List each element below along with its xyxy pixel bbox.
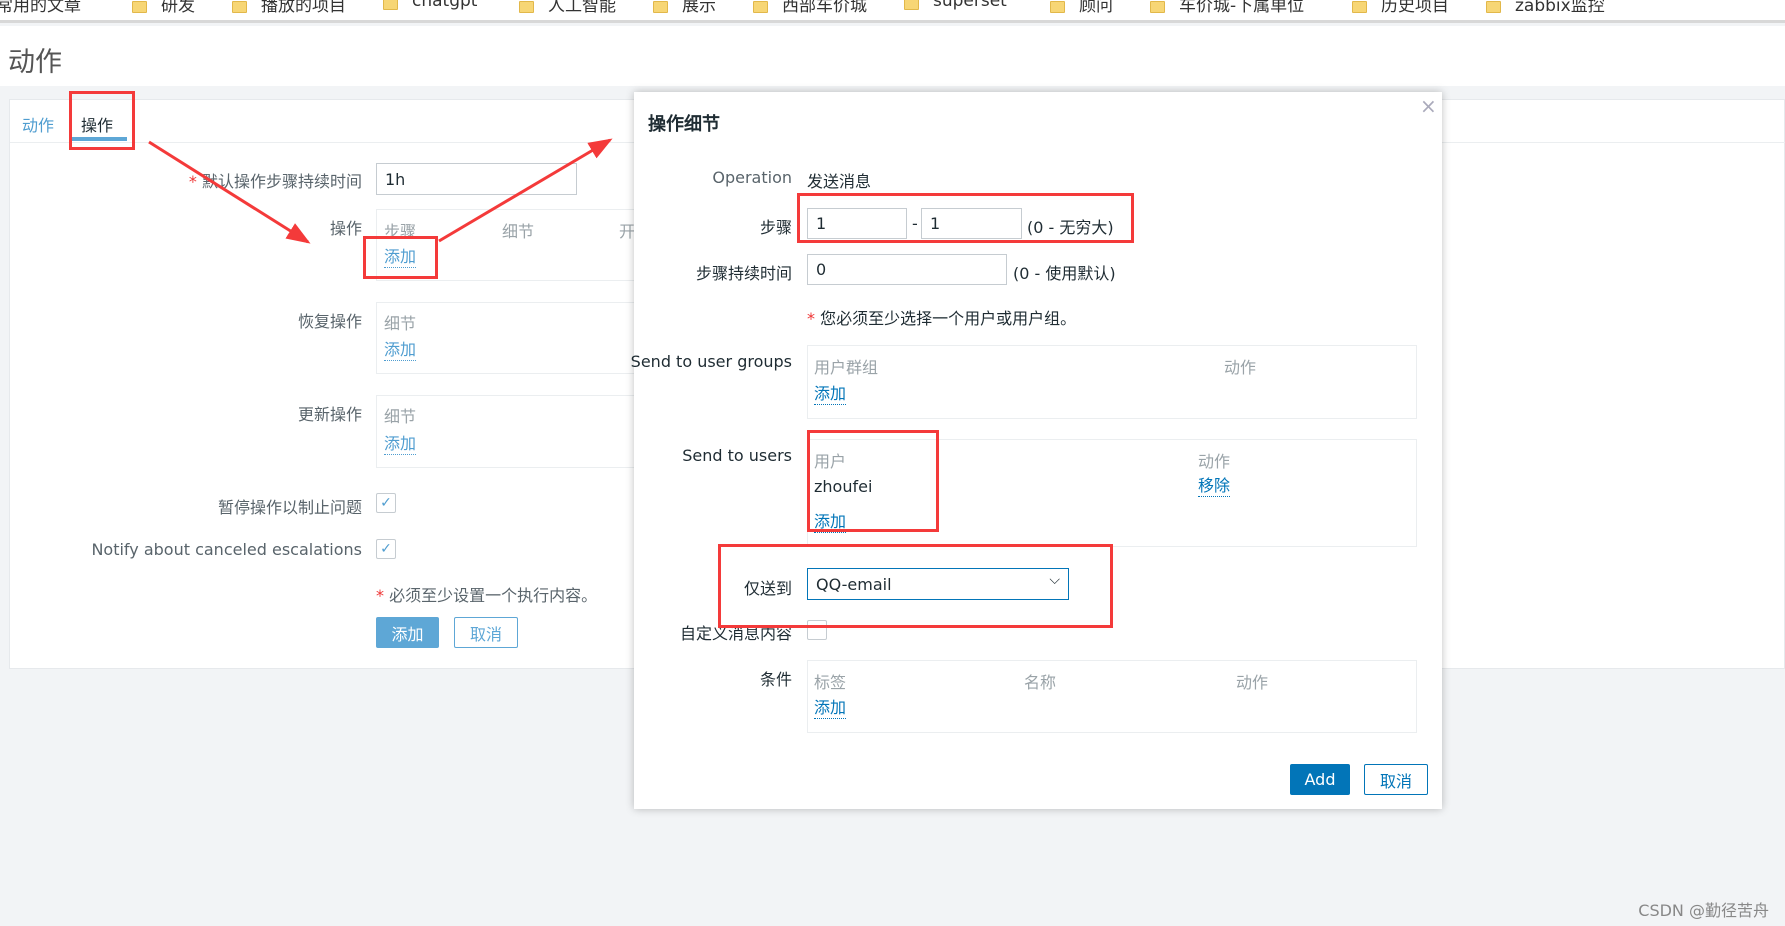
arrow-to-dialog <box>438 138 613 243</box>
watermark: CSDN @勤径苦舟 <box>1638 901 1769 920</box>
arrow-to-add <box>148 140 311 244</box>
annotation-arrows <box>148 138 613 244</box>
